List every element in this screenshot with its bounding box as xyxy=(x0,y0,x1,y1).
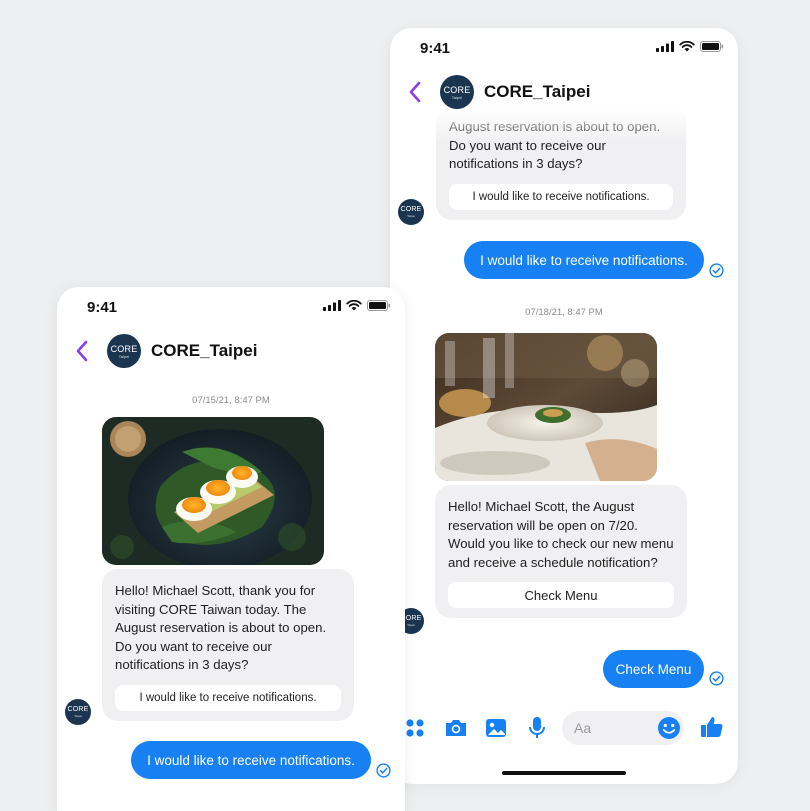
message-text: Hello! Michael Scott, the August reserva… xyxy=(448,499,674,570)
wifi-icon xyxy=(679,41,695,52)
read-check-icon xyxy=(709,263,724,278)
signal-icon xyxy=(656,41,674,52)
camera-icon[interactable] xyxy=(442,715,470,741)
chat-header: CORE Taipei CORE_Taipei xyxy=(57,325,405,377)
thumbs-up-icon[interactable] xyxy=(698,713,726,741)
outgoing-message: I would like to receive notifications. xyxy=(131,741,371,779)
battery-icon xyxy=(700,41,724,52)
receive-notifications-button[interactable]: I would like to receive notifications. xyxy=(449,183,673,210)
microphone-icon[interactable] xyxy=(526,714,548,742)
back-phone-screen: August reservation is about to open. Do … xyxy=(390,28,738,784)
sender-avatar: CORE Taipei xyxy=(398,199,424,225)
read-check-icon xyxy=(709,671,724,686)
timestamp: 07/15/21, 8:47 PM xyxy=(192,395,270,406)
read-check-icon xyxy=(376,763,391,778)
status-icons xyxy=(656,41,724,52)
contact-avatar[interactable]: CORE Taipei xyxy=(440,75,474,109)
message-input[interactable] xyxy=(574,720,634,736)
timestamp: 07/18/21, 8:47 PM xyxy=(525,307,603,318)
gallery-icon[interactable] xyxy=(483,715,509,741)
check-menu-button[interactable]: Check Menu xyxy=(448,582,674,608)
restaurant-photo[interactable] xyxy=(435,333,657,481)
chat-header: CORE Taipei CORE_Taipei xyxy=(390,66,738,118)
battery-icon xyxy=(367,300,391,311)
incoming-message: Hello! Michael Scott, thank you for visi… xyxy=(102,569,354,721)
home-indicator xyxy=(502,771,626,775)
back-button[interactable] xyxy=(57,329,107,373)
message-text: Hello! Michael Scott, thank you for visi… xyxy=(115,583,327,672)
contact-avatar[interactable]: CORE Taipei xyxy=(107,334,141,368)
wifi-icon xyxy=(346,300,362,311)
contact-name[interactable]: CORE_Taipei xyxy=(484,82,590,102)
status-icons xyxy=(323,300,391,311)
outgoing-message: I would like to receive notifications. xyxy=(464,241,704,279)
receive-notifications-button[interactable]: I would like to receive notifications. xyxy=(115,684,341,711)
back-arrow-icon xyxy=(409,81,421,103)
signal-icon xyxy=(323,300,341,311)
sender-avatar: CORE Taipei xyxy=(65,699,91,725)
emoji-icon[interactable] xyxy=(656,715,682,741)
food-photo[interactable] xyxy=(102,417,324,565)
incoming-message: Hello! Michael Scott, the August reserva… xyxy=(435,485,687,618)
back-button[interactable] xyxy=(390,70,440,114)
contact-name[interactable]: CORE_Taipei xyxy=(151,341,257,361)
back-arrow-icon xyxy=(76,340,88,362)
outgoing-message: Check Menu xyxy=(603,650,704,688)
front-phone-screen: 9:41 CORE Taipei CORE_Taipei 07/15/21, 8… xyxy=(57,287,405,811)
status-time: 9:41 xyxy=(87,299,118,316)
apps-icon[interactable] xyxy=(403,716,427,740)
status-time: 9:41 xyxy=(420,40,451,57)
